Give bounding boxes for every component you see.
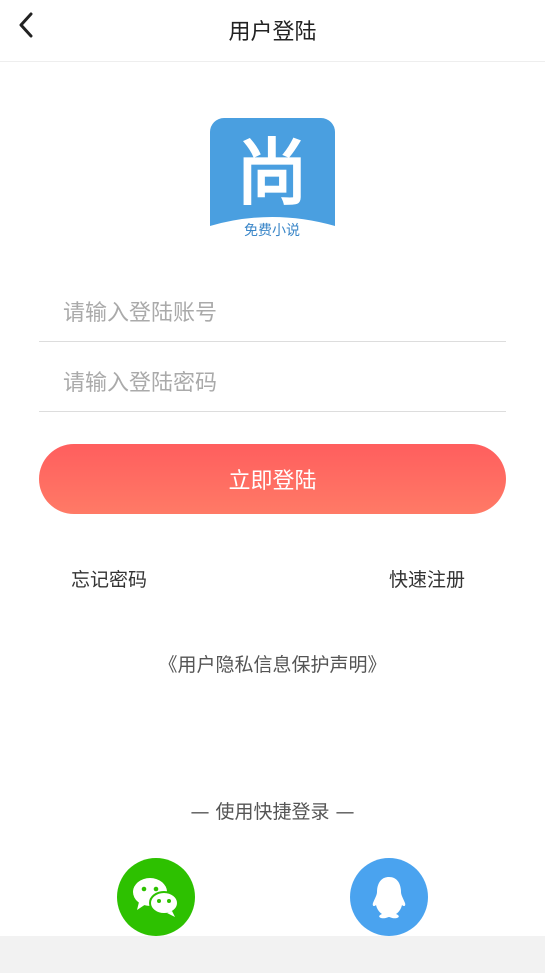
page-title: 用户登陆 — [228, 20, 317, 45]
app-logo: 尚 免费小说 — [210, 118, 335, 240]
qq-penguin-icon — [372, 877, 406, 919]
wechat-login-button[interactable] — [117, 858, 195, 936]
top-bar: 用户登陆 — [0, 0, 545, 62]
password-input[interactable] — [39, 348, 506, 411]
qq-login-button[interactable] — [350, 858, 428, 936]
privacy-statement-link[interactable]: 《用户隐私信息保护声明》 — [0, 650, 545, 677]
logo-subtitle: 免费小说 — [244, 223, 300, 239]
account-field — [39, 278, 506, 342]
wechat-icon — [133, 878, 179, 917]
login-button[interactable]: 立即登陆 — [39, 444, 506, 514]
password-field — [39, 348, 506, 412]
logo-char: 尚 — [236, 130, 308, 215]
quick-register-link[interactable]: 快速注册 — [389, 565, 465, 592]
quick-login-label: — 使用快捷登录 — — [190, 801, 355, 823]
account-input[interactable] — [39, 278, 506, 341]
forgot-password-link[interactable]: 忘记密码 — [71, 565, 147, 592]
bottom-bar — [0, 936, 545, 973]
